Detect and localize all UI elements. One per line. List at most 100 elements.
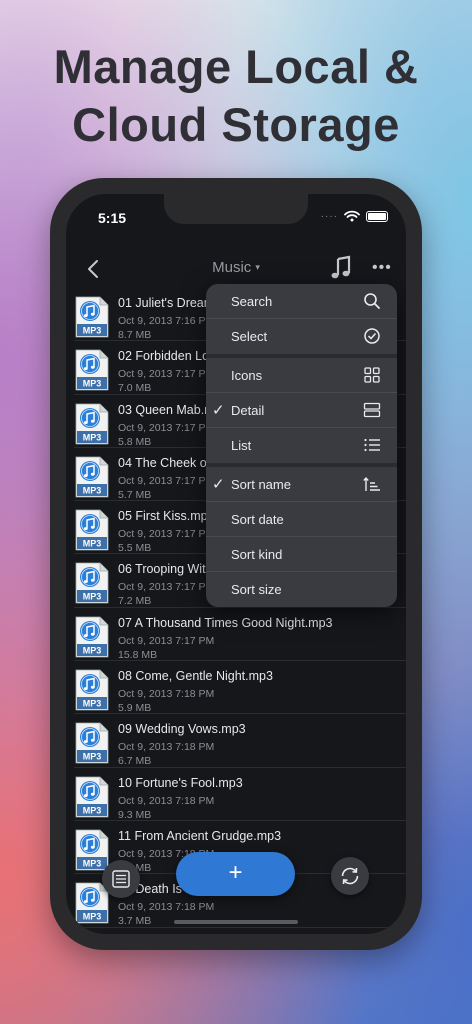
menu-label: List xyxy=(231,438,252,453)
file-name: 05 First Kiss.mp3 xyxy=(118,509,215,524)
file-type-label: MP3 xyxy=(83,699,102,709)
phone-screen: 5:15 ···· Music ▾ ••• MP3 01 Juliet's Dr… xyxy=(66,194,406,934)
menu-label: Sort name xyxy=(231,477,291,492)
file-date: Oct 9, 2013 7:17 PM xyxy=(118,528,215,541)
notch xyxy=(164,194,308,224)
more-options-button[interactable]: ••• xyxy=(372,259,392,279)
file-size: 6.7 MB xyxy=(118,755,152,768)
file-row[interactable]: MP3 10 Fortune's Fool.mp3 Oct 9, 2013 7:18… xyxy=(74,768,406,821)
file-type-label: MP3 xyxy=(83,485,102,495)
list-view-button[interactable] xyxy=(102,860,140,898)
headline: Manage Local & Cloud Storage xyxy=(0,38,472,154)
file-type-label: MP3 xyxy=(83,539,102,549)
view-options-menu: Search Select Icons ✓ Detail List ✓ Sort… xyxy=(206,284,397,607)
mp3-file-icon: MP3 xyxy=(75,616,109,658)
menu-item-detail[interactable]: ✓ Detail xyxy=(206,393,397,428)
file-date: Oct 9, 2013 7:17 PM xyxy=(118,581,215,594)
file-date: Oct 9, 2013 7:17 PM xyxy=(118,368,215,381)
home-indicator xyxy=(174,920,298,924)
mp3-file-icon: MP3 xyxy=(75,296,109,338)
menu-item-select[interactable]: Select xyxy=(206,319,397,354)
status-icons: ···· xyxy=(321,210,388,222)
menu-label: Sort size xyxy=(231,582,282,597)
signal-icon: ···· xyxy=(320,210,338,222)
add-button[interactable]: + xyxy=(176,852,295,896)
mp3-file-icon: MP3 xyxy=(75,669,109,711)
checkmark-icon: ✓ xyxy=(212,476,225,493)
file-row[interactable]: MP3 09 Wedding Vows.mp3 Oct 9, 2013 7:18 P… xyxy=(74,714,406,768)
sync-icon xyxy=(341,867,359,885)
chevron-down-icon: ▾ xyxy=(255,262,260,272)
file-type-label: MP3 xyxy=(83,379,102,389)
file-size: 9.3 MB xyxy=(118,808,152,821)
list-icon xyxy=(112,870,130,888)
file-size: 15.8 MB xyxy=(118,648,158,661)
mp3-file-icon: MP3 xyxy=(75,403,109,444)
file-name: 10 Fortune's Fool.mp3 xyxy=(118,775,243,790)
checkmark-circle-icon xyxy=(364,328,380,344)
file-type-label: MP3 xyxy=(83,326,102,336)
status-time: 5:15 xyxy=(98,210,127,226)
file-size: 5.5 MB xyxy=(118,542,152,555)
headline-line-1: Manage Local & xyxy=(53,40,419,93)
file-type-label: MP3 xyxy=(83,752,102,762)
menu-item-sort-name[interactable]: ✓ Sort name xyxy=(206,467,397,502)
file-size: 7.0 MB xyxy=(118,382,152,395)
file-type-label: MP3 xyxy=(83,592,102,602)
file-date: Oct 9, 2013 7:17 PM xyxy=(118,421,215,434)
folder-title: Music xyxy=(212,259,252,276)
file-name: 09 Wedding Vows.mp3 xyxy=(118,722,246,737)
file-size: 3.7 MB xyxy=(118,915,152,928)
music-note-button[interactable] xyxy=(330,255,352,281)
file-name: 11 From Ancient Grudge.mp3 xyxy=(118,828,282,843)
navbar: Music ▾ ••• xyxy=(66,249,406,289)
file-date: Oct 9, 2013 7:18 PM xyxy=(118,688,215,701)
file-name: 08 Come, Gentle Night.mp3 xyxy=(118,669,273,684)
file-name: 07 A Thousand Times Good Night.mp3 xyxy=(118,615,333,630)
battery-icon xyxy=(366,210,388,222)
menu-label: Detail xyxy=(231,403,265,418)
list-icon xyxy=(364,438,380,452)
menu-item-sort-kind[interactable]: Sort kind xyxy=(206,537,397,572)
file-date: Oct 9, 2013 7:18 PM xyxy=(118,794,215,807)
file-type-label: MP3 xyxy=(83,432,102,442)
mp3-file-icon: MP3 xyxy=(75,456,109,498)
bottom-toolbar: + xyxy=(66,852,406,912)
menu-item-icons[interactable]: Icons xyxy=(206,358,397,393)
file-date: Oct 9, 2013 7:16 PM xyxy=(118,315,215,327)
search-icon xyxy=(364,293,380,309)
menu-label: Sort date xyxy=(231,512,284,527)
sort-ascending-icon xyxy=(363,476,380,491)
headline-line-2: Cloud Storage xyxy=(72,98,400,151)
file-size: 5.8 MB xyxy=(118,435,152,448)
file-size: 8.7 MB xyxy=(118,329,152,341)
grid-icon xyxy=(364,367,380,383)
folder-title-dropdown[interactable]: Music ▾ xyxy=(66,259,406,276)
menu-label: Search xyxy=(231,294,273,309)
file-date: Oct 9, 2013 7:18 PM xyxy=(118,741,215,754)
menu-item-list[interactable]: List xyxy=(206,428,397,463)
checkmark-icon: ✓ xyxy=(212,402,225,419)
file-row[interactable]: MP3 08 Come, Gentle Night.mp3 Oct 9, 2013 … xyxy=(74,661,406,715)
mp3-file-icon: MP3 xyxy=(75,509,109,551)
menu-label: Sort kind xyxy=(231,547,283,562)
file-row[interactable]: MP3 07 A Thousand Times Good Night.mp3 Oct… xyxy=(74,608,406,662)
menu-item-sort-size[interactable]: Sort size xyxy=(206,572,397,607)
file-type-label: MP3 xyxy=(83,912,102,922)
file-date: Oct 9, 2013 7:17 PM xyxy=(118,634,215,647)
menu-label: Icons xyxy=(231,368,263,383)
file-row[interactable]: MP313 Tempt Not a Desperate Man.mp3 xyxy=(74,928,406,934)
phone-frame: 5:15 ···· Music ▾ ••• MP3 01 Juliet's Dr… xyxy=(50,178,422,950)
file-type-label: MP3 xyxy=(83,645,102,655)
menu-item-sort-date[interactable]: Sort date xyxy=(206,502,397,537)
mp3-file-icon: MP3 xyxy=(75,563,109,604)
sync-button[interactable] xyxy=(331,857,369,895)
mp3-file-icon: MP3 xyxy=(75,776,109,818)
wifi-icon xyxy=(344,210,360,222)
mp3-file-icon: MP3 xyxy=(75,349,109,391)
detail-rows-icon xyxy=(363,402,381,418)
file-size: 5.9 MB xyxy=(118,702,152,715)
file-size: 5.7 MB xyxy=(118,488,152,501)
file-date: Oct 9, 2013 7:17 PM xyxy=(118,474,215,487)
menu-item-search[interactable]: Search xyxy=(206,284,397,319)
